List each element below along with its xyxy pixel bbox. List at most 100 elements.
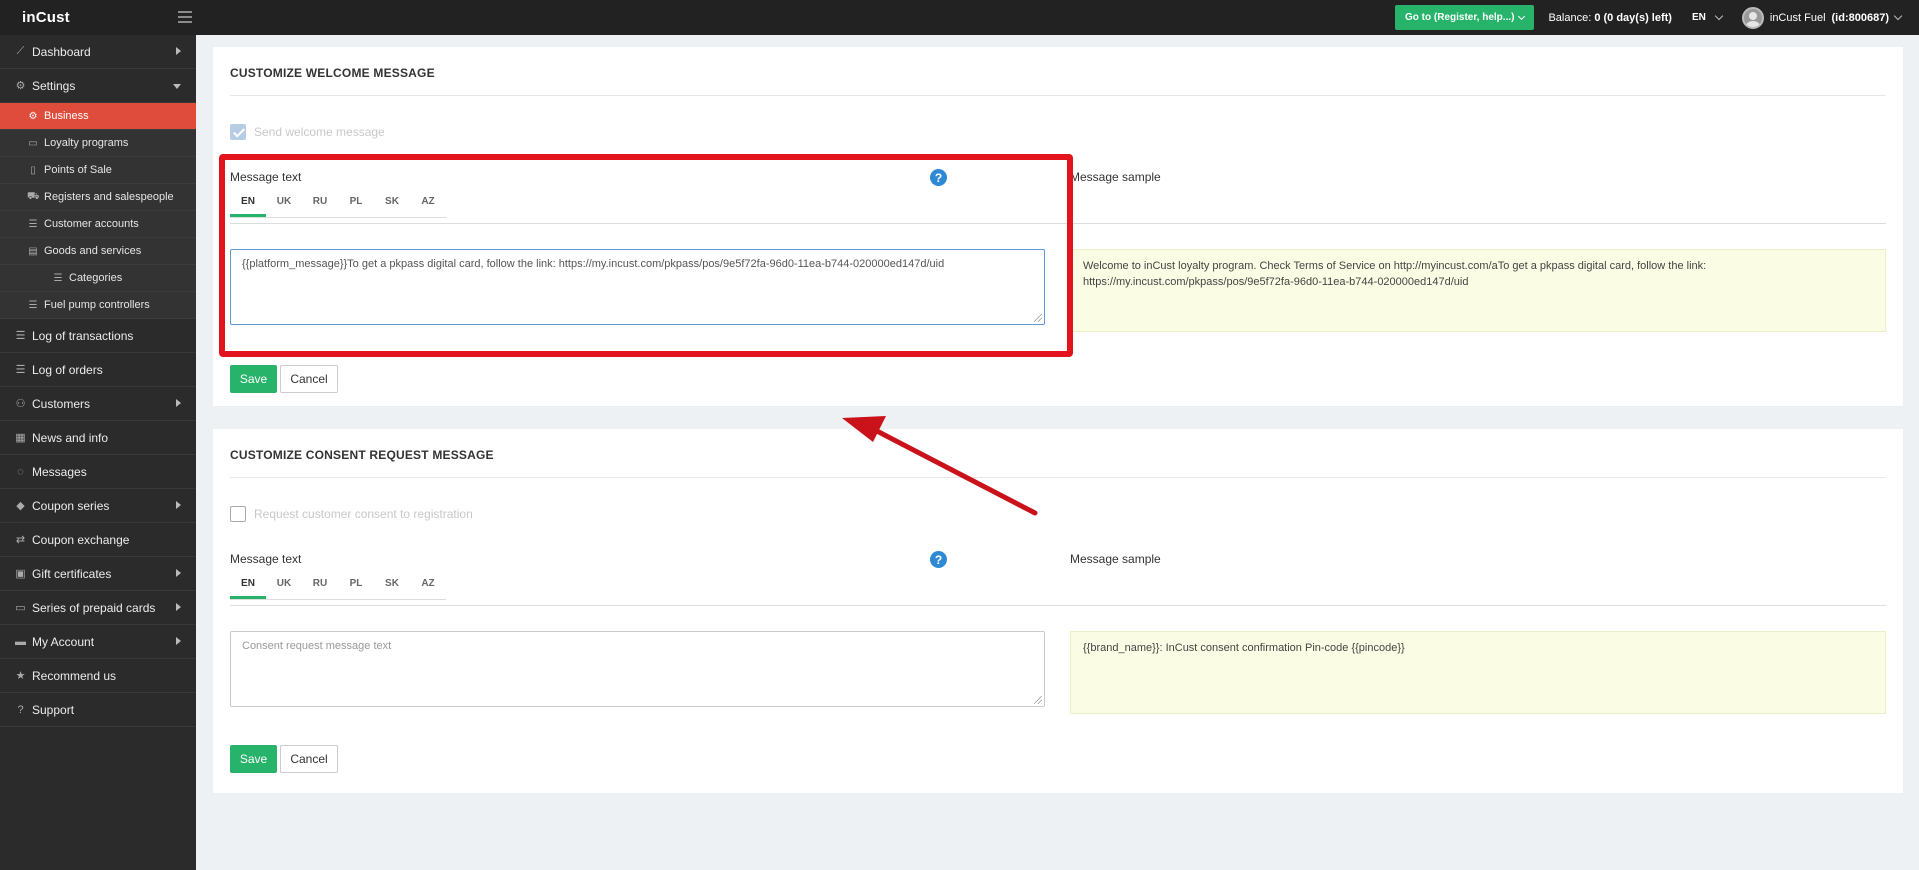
tab-en[interactable]: EN bbox=[230, 570, 266, 599]
tab-uk[interactable]: UK bbox=[266, 570, 302, 599]
list-icon: ☰ bbox=[28, 299, 38, 311]
sidebar-item-label: Gift certificates bbox=[32, 566, 112, 581]
sidebar-item-business[interactable]: ⚙ Business bbox=[0, 103, 196, 130]
chevron-down-icon bbox=[1714, 11, 1724, 21]
cancel-button[interactable]: Cancel bbox=[280, 745, 338, 773]
question-icon: ? bbox=[17, 703, 24, 716]
account-icon: ▬ bbox=[15, 635, 26, 648]
goto-button-label: Go to (Register, help...) bbox=[1405, 12, 1515, 23]
sidebar-item-settings[interactable]: ⚙ Settings bbox=[0, 69, 196, 103]
list-icon: ☰ bbox=[53, 272, 63, 284]
sidebar-item-goods-and-services[interactable]: ▤ Goods and services bbox=[0, 238, 196, 265]
sidebar-item-prepaid-cards[interactable]: ▭ Series of prepaid cards bbox=[0, 591, 196, 625]
consent-message-textarea[interactable]: Consent request message text bbox=[230, 631, 1045, 707]
save-button[interactable]: Save bbox=[230, 365, 277, 393]
sidebar-item-support[interactable]: ? Support bbox=[0, 693, 196, 727]
checkbox-label: Request customer consent to registration bbox=[254, 507, 473, 521]
sidebar-item-label: Customer accounts bbox=[44, 218, 139, 230]
sidebar-item-fuel-pump-controllers[interactable]: ☰ Fuel pump controllers bbox=[0, 292, 196, 319]
sidebar-item-coupon-exchange[interactable]: ⇄ Coupon exchange bbox=[0, 523, 196, 557]
panel-title: CUSTOMIZE CONSENT REQUEST MESSAGE bbox=[230, 448, 494, 462]
sidebar-item-label: Registers and salespeople bbox=[44, 191, 174, 203]
chevron-right-icon bbox=[176, 47, 181, 55]
list-icon: ☰ bbox=[15, 364, 26, 376]
annotation-highlight-box bbox=[219, 154, 1073, 357]
chevron-right-icon bbox=[176, 603, 181, 611]
sidebar-item-label: Categories bbox=[69, 272, 123, 284]
avatar bbox=[1741, 6, 1764, 29]
sidebar-item-label: Business bbox=[44, 110, 89, 122]
resize-handle-icon[interactable] bbox=[1034, 696, 1042, 704]
sidebar-item-label: Coupon exchange bbox=[32, 532, 130, 547]
sidebar-item-customers[interactable]: ⚇ Customers bbox=[0, 387, 196, 421]
sidebar-item-registers[interactable]: ⛟ Registers and salespeople bbox=[0, 184, 196, 211]
tabs-divider bbox=[230, 605, 1886, 606]
sidebar-item-label: Recommend us bbox=[32, 668, 117, 683]
sidebar-item-label: Log of orders bbox=[32, 362, 103, 377]
sidebar-item-categories[interactable]: ☰ Categories bbox=[0, 265, 196, 292]
message-sample-label: Message sample bbox=[1070, 552, 1161, 566]
sidebar-item-label: Customers bbox=[32, 396, 91, 411]
textarea-placeholder: Consent request message text bbox=[242, 640, 392, 652]
sidebar-item-messages[interactable]: ◌ Messages bbox=[0, 455, 196, 489]
chevron-down-icon bbox=[1518, 12, 1526, 20]
goto-register-help-button[interactable]: Go to (Register, help...) bbox=[1395, 5, 1535, 30]
sidebar-item-log-of-transactions[interactable]: ☰ Log of transactions bbox=[0, 319, 196, 353]
help-icon[interactable]: ? bbox=[930, 551, 947, 568]
language-selector[interactable]: EN bbox=[1691, 11, 1724, 23]
language-code: EN bbox=[1691, 12, 1706, 23]
top-bar: inCust Go to (Register, help...) Balance… bbox=[0, 0, 1919, 35]
sidebar-item-my-account[interactable]: ▬ My Account bbox=[0, 625, 196, 659]
send-welcome-checkbox[interactable] bbox=[230, 124, 246, 140]
sidebar-item-label: News and info bbox=[32, 430, 109, 445]
sidebar-item-log-of-orders[interactable]: ☰ Log of orders bbox=[0, 353, 196, 387]
language-tabs: EN UK RU PL SK AZ bbox=[230, 570, 446, 600]
sidebar: ⟋ Dashboard ⚙ Settings ⚙ Business ▭ Loya… bbox=[0, 35, 196, 870]
users-icon: ⚇ bbox=[15, 398, 26, 410]
save-button[interactable]: Save bbox=[230, 745, 277, 773]
tab-sk[interactable]: SK bbox=[374, 570, 410, 599]
sidebar-item-label: Series of prepaid cards bbox=[32, 600, 156, 615]
send-welcome-checkbox-row[interactable]: Send welcome message bbox=[230, 124, 385, 140]
gear-icon: ⚙ bbox=[28, 110, 38, 122]
sidebar-item-coupon-series[interactable]: ◆ Coupon series bbox=[0, 489, 196, 523]
sidebar-item-label: Dashboard bbox=[32, 44, 91, 59]
cart-icon: ⛟ bbox=[27, 190, 40, 202]
sidebar-item-label: Log of transactions bbox=[32, 328, 134, 343]
hamburger-menu-icon[interactable] bbox=[178, 11, 192, 23]
chart-line-icon: ⟋ bbox=[16, 45, 25, 57]
request-consent-checkbox-row[interactable]: Request customer consent to registration bbox=[230, 506, 473, 522]
request-consent-checkbox[interactable] bbox=[230, 506, 246, 522]
consent-message-sample: {{brand_name}}: InCust consent confirmat… bbox=[1070, 631, 1886, 714]
gift-icon: ▣ bbox=[15, 568, 26, 580]
sidebar-item-customer-accounts[interactable]: ☰ Customer accounts bbox=[0, 211, 196, 238]
sidebar-item-recommend-us[interactable]: ★ Recommend us bbox=[0, 659, 196, 693]
welcome-message-sample: Welcome to inCust loyalty program. Check… bbox=[1070, 249, 1886, 332]
sidebar-item-label: Coupon series bbox=[32, 498, 110, 513]
user-name: inCust Fuel bbox=[1769, 11, 1826, 24]
exchange-icon: ⇄ bbox=[15, 534, 26, 546]
sidebar-item-gift-certificates[interactable]: ▣ Gift certificates bbox=[0, 557, 196, 591]
building-icon: ▯ bbox=[30, 164, 36, 176]
sidebar-item-label: My Account bbox=[32, 634, 95, 649]
divider bbox=[230, 477, 1886, 478]
tab-az[interactable]: AZ bbox=[410, 570, 446, 599]
sidebar-item-label: Fuel pump controllers bbox=[44, 299, 150, 311]
sidebar-item-loyalty-programs[interactable]: ▭ Loyalty programs bbox=[0, 130, 196, 157]
sidebar-item-news-and-info[interactable]: ▦ News and info bbox=[0, 421, 196, 455]
list-icon: ☰ bbox=[15, 330, 26, 342]
sidebar-item-points-of-sale[interactable]: ▯ Points of Sale bbox=[0, 157, 196, 184]
briefcase-icon: ▭ bbox=[28, 137, 38, 149]
list-icon: ☰ bbox=[28, 218, 38, 230]
sidebar-item-label: Loyalty programs bbox=[44, 137, 129, 149]
message-sample-label: Message sample bbox=[1070, 170, 1161, 184]
sidebar-item-dashboard[interactable]: ⟋ Dashboard bbox=[0, 35, 196, 69]
tab-ru[interactable]: RU bbox=[302, 570, 338, 599]
panel-title: CUSTOMIZE WELCOME MESSAGE bbox=[230, 66, 435, 80]
user-menu[interactable]: inCust Fuel (id:800687) bbox=[1741, 6, 1903, 29]
cancel-button[interactable]: Cancel bbox=[280, 365, 338, 393]
incust-logo[interactable]: inCust bbox=[0, 0, 196, 35]
sidebar-item-label: Messages bbox=[32, 464, 87, 479]
tab-pl[interactable]: PL bbox=[338, 570, 374, 599]
comment-icon: ◌ bbox=[17, 465, 24, 478]
